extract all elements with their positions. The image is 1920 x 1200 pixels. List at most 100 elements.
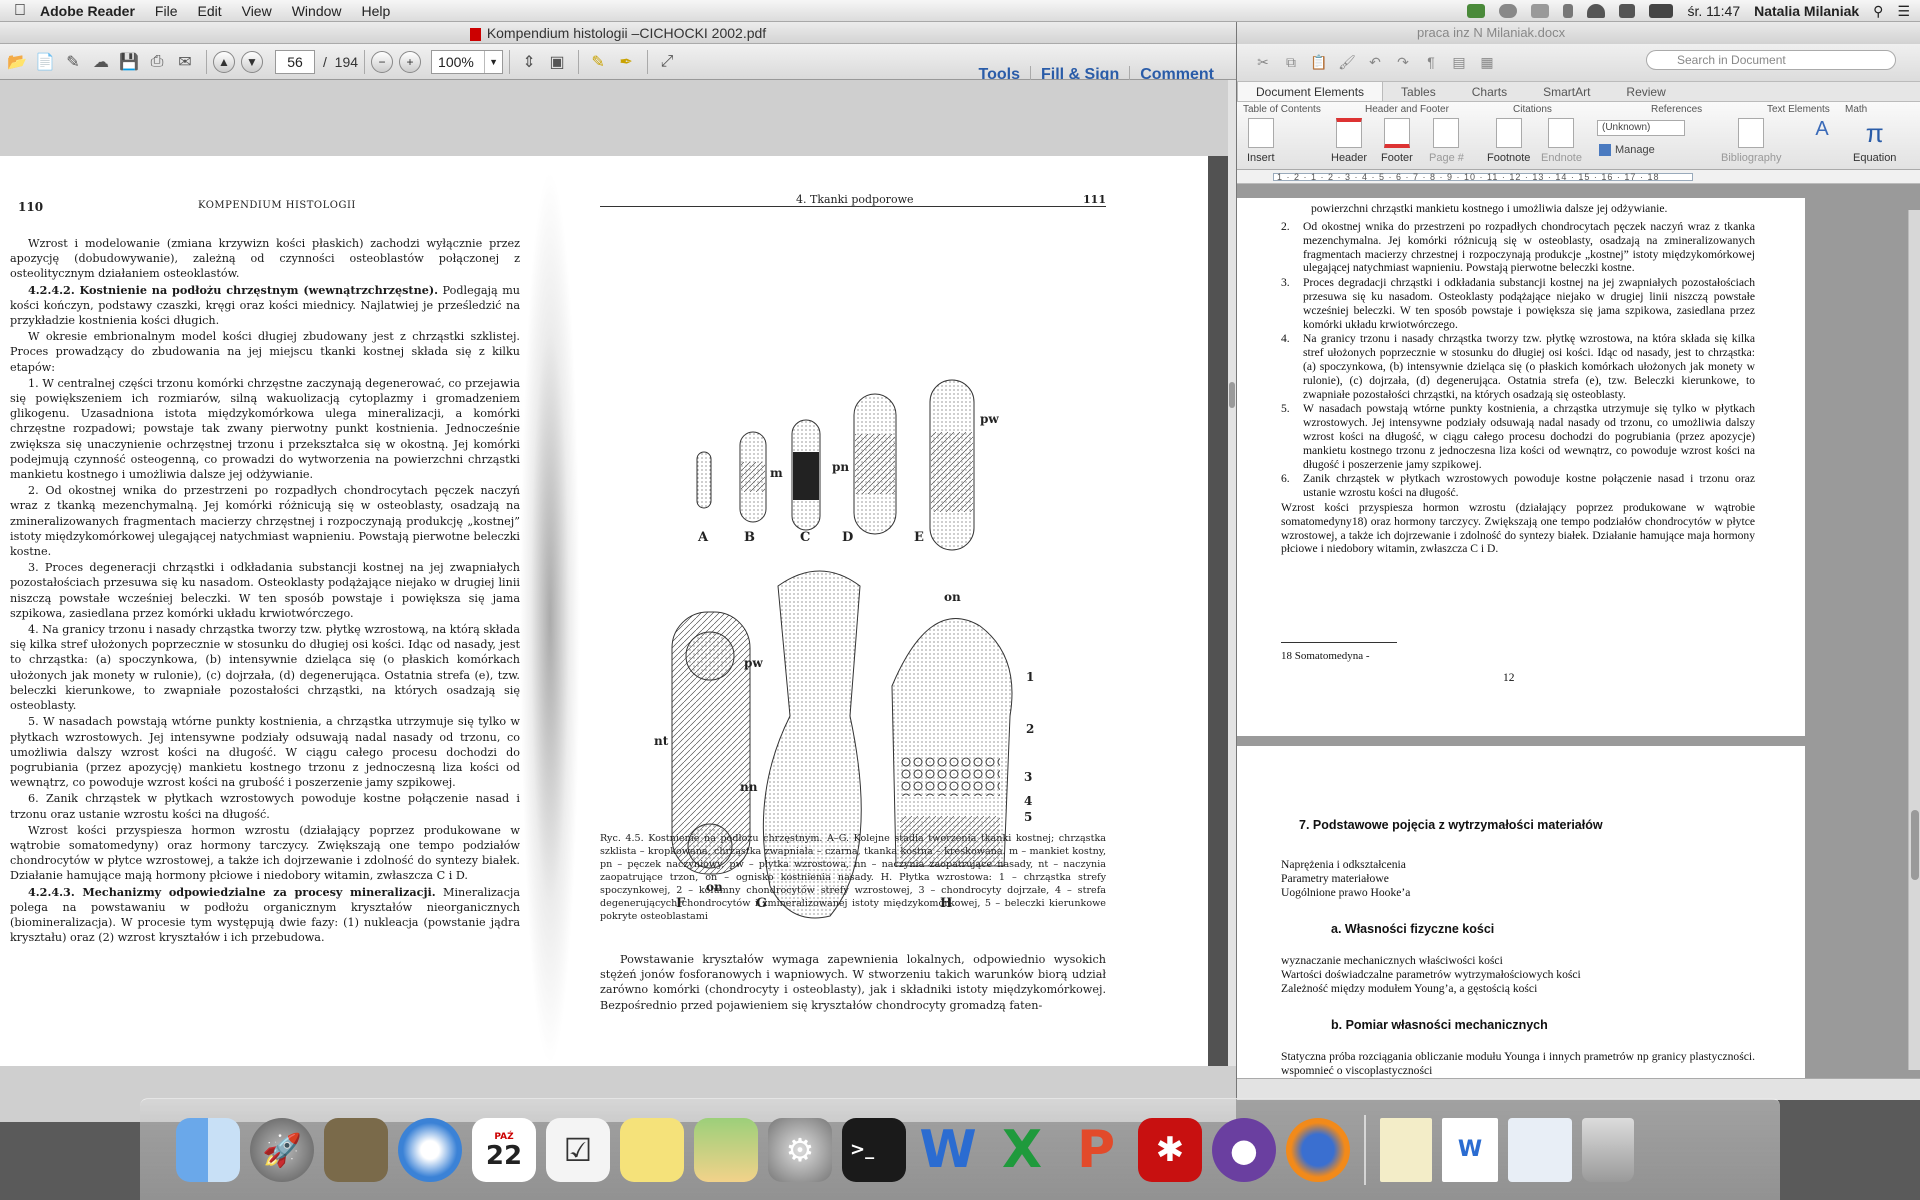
volume-icon[interactable] — [1619, 4, 1636, 18]
bibliography-button[interactable]: Bibliography — [1721, 118, 1782, 164]
format-painter-icon[interactable]: 🖌 — [1337, 54, 1357, 72]
bluetooth-icon[interactable] — [1563, 4, 1574, 18]
github-icon[interactable]: ● — [1212, 1117, 1276, 1182]
word-page[interactable]: powierzchni chrząstki mankietu kostnego … — [1237, 198, 1805, 736]
create-pdf-icon[interactable]: 📄 — [32, 50, 58, 74]
footer-button[interactable]: Footer — [1381, 118, 1413, 164]
zoom-out-button[interactable]: − — [371, 50, 394, 73]
clock[interactable]: śr. 11:47 — [1687, 3, 1740, 19]
full-screen-icon[interactable]: ⤢ — [654, 50, 680, 74]
email-icon[interactable]: ✉ — [172, 50, 198, 74]
menu-window[interactable]: Window — [292, 3, 342, 19]
tab-charts[interactable]: Charts — [1454, 82, 1525, 101]
maps-icon[interactable] — [694, 1117, 758, 1182]
scrollbar-thumb[interactable] — [1229, 382, 1235, 408]
next-page-button[interactable]: ▼ — [241, 50, 263, 73]
cut-icon[interactable]: ✂ — [1253, 54, 1273, 72]
toolbar-divider — [364, 49, 366, 74]
launchpad-icon[interactable]: 🚀 — [250, 1117, 314, 1182]
open-file-icon[interactable]: 📂 — [4, 50, 30, 74]
diploma-document-icon[interactable] — [1380, 1117, 1432, 1182]
pdf-page[interactable]: 110 KOMPENDIUM HISTOLOGII Wzrost i model… — [0, 156, 1208, 1066]
tab-smartart[interactable]: SmartArt — [1525, 82, 1608, 101]
menu-file[interactable]: File — [155, 3, 178, 19]
footnote-button[interactable]: Footnote — [1487, 118, 1530, 164]
menu-help[interactable]: Help — [362, 3, 391, 19]
terminal-icon[interactable]: >_ — [842, 1117, 906, 1182]
trash-icon[interactable] — [1582, 1117, 1634, 1182]
finder-icon[interactable] — [176, 1117, 240, 1182]
scrollbar-thumb[interactable] — [1911, 810, 1919, 880]
edit-pdf-icon[interactable]: ✎ — [60, 50, 86, 74]
word-page[interactable]: 7. Podstawowe pojęcia z wytrzymałości ma… — [1237, 746, 1805, 1078]
downloads-stack-icon[interactable] — [1508, 1117, 1572, 1182]
word-vertical-scrollbar[interactable] — [1908, 210, 1920, 1070]
spotlight-icon[interactable]: ⚲ — [1873, 3, 1883, 20]
endnote-button[interactable]: Endnote — [1541, 118, 1582, 164]
figure-mark: pw — [980, 412, 999, 426]
apple-menu-icon[interactable]:  — [0, 2, 40, 20]
app-menu-name[interactable]: Adobe Reader — [40, 3, 135, 19]
tab-tables[interactable]: Tables — [1383, 82, 1454, 101]
zoom-in-button[interactable]: + — [399, 50, 422, 73]
menu-edit[interactable]: Edit — [197, 3, 221, 19]
equation-button[interactable]: π Equation — [1853, 118, 1896, 164]
zoom-select-icon[interactable]: ▦ — [1477, 54, 1497, 72]
calendar-icon[interactable]: PAŹ 22 — [472, 1117, 536, 1182]
safari-icon[interactable] — [398, 1117, 462, 1182]
body-line: Uogólnione prawo Hooke’a — [1281, 886, 1411, 899]
firefox-icon[interactable] — [1286, 1117, 1350, 1182]
citation-style-select[interactable]: (Unknown) — [1597, 120, 1685, 136]
text-elements-button[interactable]: A — [1809, 118, 1835, 152]
tab-review[interactable]: Review — [1608, 82, 1683, 101]
notes-icon[interactable] — [620, 1117, 684, 1182]
save-icon[interactable]: 💾 — [116, 50, 142, 74]
page-number-input[interactable]: 56 — [275, 49, 315, 74]
redo-icon[interactable]: ↷ — [1393, 54, 1413, 72]
header-button[interactable]: Header — [1331, 118, 1367, 164]
print-icon[interactable]: ⎙ — [144, 50, 170, 74]
vpn-icon[interactable] — [1467, 4, 1486, 18]
manage-button[interactable]: Manage — [1599, 144, 1655, 157]
word-document-icon[interactable]: W — [1442, 1117, 1498, 1182]
excel-icon[interactable]: X — [990, 1118, 1054, 1182]
word-icon[interactable]: W — [916, 1118, 980, 1182]
notification-center-icon[interactable]: ☰ — [1897, 3, 1910, 20]
group-citations: Citations — [1513, 104, 1552, 115]
battery-icon[interactable] — [1649, 4, 1674, 18]
upload-cloud-icon[interactable]: ☁ — [88, 50, 114, 74]
undo-icon[interactable]: ↶ — [1365, 54, 1385, 72]
fit-width-icon[interactable]: ⇕ — [516, 50, 542, 74]
list-item-text: Proces degradacji chrząstki i odkładania… — [1303, 276, 1755, 331]
horizontal-ruler[interactable]: 1 · 2 · 1 · 2 · 3 · 4 · 5 · 6 · 7 · 8 · … — [1237, 170, 1920, 184]
page-number-button[interactable]: Page # — [1429, 118, 1464, 164]
insert-toc-button[interactable]: Insert — [1247, 118, 1275, 164]
paste-icon[interactable]: 📋 — [1309, 54, 1329, 72]
word-title-bar: praca inz N Milaniak.docx — [1237, 22, 1920, 44]
system-preferences-icon[interactable]: ⚙ — [768, 1117, 832, 1182]
menu-bar:  Adobe Reader File Edit View Window Hel… — [0, 0, 1920, 22]
document-search-input[interactable]: Search in Document — [1646, 50, 1896, 70]
menu-view[interactable]: View — [242, 3, 272, 19]
sticky-note-icon[interactable]: ✎ — [585, 50, 611, 74]
pdf-vertical-scrollbar[interactable] — [1228, 80, 1236, 1066]
fit-page-icon[interactable]: ▣ — [544, 50, 570, 74]
time-machine-icon[interactable] — [1499, 4, 1518, 18]
figure-mark: nt — [654, 734, 669, 748]
photo-browser-icon[interactable] — [324, 1117, 388, 1182]
list-item-text: Na granicy trzonu i nasady chrząstka two… — [1303, 332, 1755, 401]
reminders-icon[interactable]: ☑ — [546, 1117, 610, 1182]
user-name[interactable]: Natalia Milaniak — [1754, 3, 1859, 19]
sidebar-icon[interactable]: ▤ — [1449, 54, 1469, 72]
powerpoint-icon[interactable]: P — [1064, 1118, 1128, 1182]
previous-page-button[interactable]: ▲ — [213, 50, 235, 73]
paragraph-mark-icon[interactable]: ¶ — [1421, 54, 1441, 72]
tab-document-elements[interactable]: Document Elements — [1237, 82, 1384, 101]
zoom-select[interactable]: 100% ▼ — [431, 49, 504, 74]
adobe-reader-icon[interactable]: ✱ — [1138, 1117, 1202, 1182]
chevron-down-icon[interactable]: ▼ — [484, 50, 502, 73]
sync-icon[interactable] — [1531, 4, 1550, 18]
highlight-icon[interactable]: ✒ — [613, 50, 639, 74]
wifi-icon[interactable] — [1587, 4, 1606, 18]
copy-icon[interactable]: ⧉ — [1281, 54, 1301, 72]
